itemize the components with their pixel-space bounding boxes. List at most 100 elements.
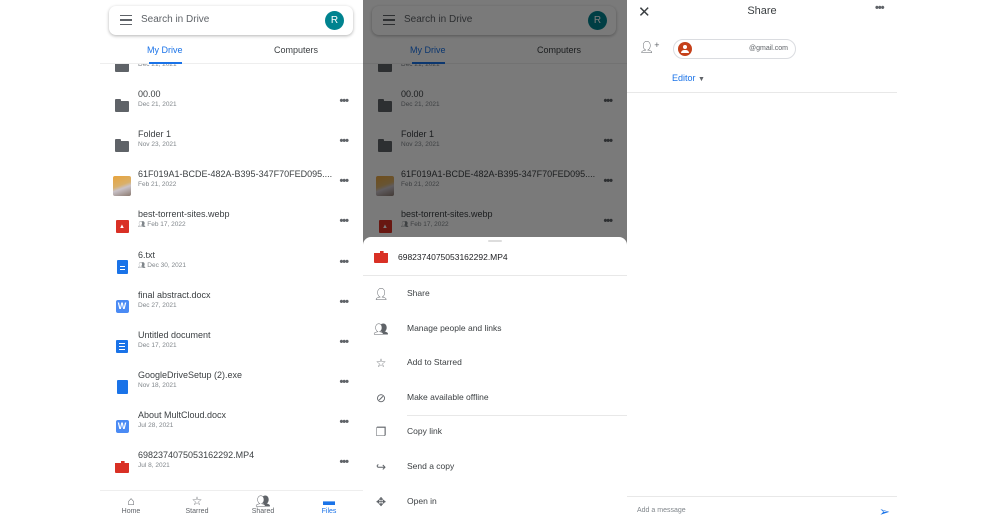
google-doc-icon bbox=[116, 340, 128, 354]
nav-files[interactable]: ▬Files bbox=[304, 494, 354, 515]
share-screen: ✕ Share ••• 👤︎+ @gmail.com Editor ▼ Add … bbox=[627, 0, 897, 519]
file-list: Dec 21, 2021•••00.00Dec 21, 2021•••Folde… bbox=[100, 0, 363, 490]
caret-down-icon: ▼ bbox=[698, 76, 705, 83]
menu-item-make-available-offline[interactable]: ⊘ Make available offline bbox=[363, 381, 627, 416]
more-options-button[interactable]: ••• bbox=[339, 376, 349, 388]
file-row[interactable]: 6982374075053162292.MP4 Jul 8, 2021 ••• bbox=[100, 447, 363, 487]
home-icon: ⌂ bbox=[127, 494, 135, 508]
file-type-icon: ▲ bbox=[113, 217, 131, 235]
open-in-icon: ✥ bbox=[375, 494, 387, 509]
file-name: GoogleDriveSetup (2).exe bbox=[138, 369, 243, 380]
file-name: best-torrent-sites.webp bbox=[138, 209, 230, 220]
file-date-text: Dec 21, 2021 bbox=[138, 101, 177, 109]
menu-item-label: Make available offline bbox=[407, 391, 489, 402]
copy-icon: ❐ bbox=[375, 425, 387, 440]
file-row[interactable]: Folder 1Nov 23, 2021 ••• bbox=[100, 126, 363, 166]
sheet-file-name: 6982374075053162292.MP4 bbox=[398, 252, 508, 262]
menu-item-send-a-copy[interactable]: ↪ Send a copy bbox=[363, 450, 627, 484]
nav-home[interactable]: ⌂Home bbox=[106, 494, 156, 515]
file-row[interactable]: ▲best-torrent-sites.webp👥︎ Feb 17, 2022•… bbox=[100, 206, 363, 246]
tab-computers[interactable]: Computers bbox=[274, 45, 318, 55]
image-thumbnail bbox=[113, 176, 131, 197]
shared-icon: 👥︎ bbox=[255, 494, 271, 508]
file-type-icon bbox=[113, 378, 131, 396]
menu-item-label: Copy link bbox=[407, 426, 442, 437]
folder-icon bbox=[115, 138, 129, 152]
bottom-navigation: ⌂Home ☆Starred 👥︎Shared ▬Files bbox=[100, 490, 363, 519]
file-icon bbox=[116, 379, 128, 394]
more-options-button[interactable]: ••• bbox=[339, 215, 349, 227]
file-date: Jul 8, 2021 bbox=[138, 462, 170, 469]
menu-item-open-in[interactable]: ✥ Open in bbox=[363, 485, 627, 519]
file-date-text: Dec 17, 2021 bbox=[138, 341, 177, 349]
file-type-icon bbox=[113, 137, 131, 155]
file-date: Nov 18, 2021 bbox=[138, 382, 177, 389]
search-bar[interactable]: Search in Drive R bbox=[109, 6, 353, 35]
more-options-button[interactable]: ••• bbox=[339, 175, 349, 187]
share-title: Share bbox=[747, 5, 777, 17]
active-tab-indicator bbox=[149, 62, 182, 64]
more-options-button[interactable]: ••• bbox=[339, 296, 349, 308]
file-date: 👥︎ Dec 30, 2021 bbox=[138, 262, 186, 269]
file-date-text: Feb 17, 2022 bbox=[147, 221, 186, 229]
nav-label: Starred bbox=[185, 508, 209, 515]
more-options-button[interactable]: ••• bbox=[339, 135, 349, 147]
file-row[interactable]: 6.txt 👥︎ Dec 30, 2021 ••• bbox=[100, 247, 363, 287]
star-icon: ☆ bbox=[375, 356, 387, 371]
menu-item-share[interactable]: 👤︎ Share bbox=[363, 277, 627, 311]
more-options-button[interactable]: ••• bbox=[339, 416, 349, 428]
file-date-text: Jul 28, 2021 bbox=[138, 421, 174, 429]
file-type-icon: W bbox=[113, 298, 131, 316]
file-row[interactable]: GoogleDriveSetup (2).exe Nov 18, 2021 ••• bbox=[100, 367, 363, 407]
file-row[interactable]: 00.00Dec 21, 2021 ••• bbox=[100, 86, 363, 126]
file-date-text: Feb 21, 2022 bbox=[138, 181, 177, 189]
file-date-text: Nov 18, 2021 bbox=[138, 381, 177, 389]
file-row[interactable]: Untitled document Dec 17, 2021 ••• bbox=[100, 327, 363, 367]
drive-file-actions-screen: Dec 21, 2021•••00.00Dec 21, 2021•••Folde… bbox=[363, 0, 627, 519]
account-avatar[interactable]: R bbox=[325, 11, 344, 30]
role-dropdown[interactable]: Editor ▼ bbox=[672, 73, 705, 83]
more-options-button[interactable]: ••• bbox=[339, 95, 349, 107]
file-row[interactable]: W About MultCloud.docx Jul 28, 2021 ••• bbox=[100, 407, 363, 447]
menu-item-label: Manage people and links bbox=[407, 322, 502, 333]
image-file-icon: ▲ bbox=[115, 219, 129, 233]
nav-shared[interactable]: 👥︎Shared bbox=[238, 494, 288, 515]
file-row[interactable]: 61F019A1-BCDE-482A-B395-347F70FED095....… bbox=[100, 166, 363, 206]
menu-item-manage-people-and-links[interactable]: 👥︎ Manage people and links bbox=[363, 312, 627, 346]
file-date: Nov 23, 2021 bbox=[138, 141, 177, 148]
person-add-icon[interactable]: 👤︎+ bbox=[639, 40, 660, 54]
file-type-icon bbox=[113, 338, 131, 356]
sheet-header: 6982374075053162292.MP4 bbox=[363, 245, 627, 276]
drag-handle[interactable] bbox=[488, 240, 502, 242]
file-date: Jul 28, 2021 bbox=[138, 422, 173, 429]
file-name: About MultCloud.docx bbox=[138, 409, 227, 420]
more-options-button[interactable]: ••• bbox=[339, 336, 349, 348]
menu-item-copy-link[interactable]: ❐ Copy link bbox=[363, 415, 627, 449]
drive-file-list-screen: Dec 21, 2021•••00.00Dec 21, 2021•••Folde… bbox=[100, 0, 363, 519]
hamburger-menu-icon[interactable] bbox=[120, 15, 132, 25]
menu-item-add-to-starred[interactable]: ☆ Add to Starred bbox=[363, 346, 627, 380]
star-icon: ☆ bbox=[191, 494, 203, 508]
recipient-chip[interactable]: @gmail.com bbox=[673, 39, 796, 59]
file-date-text: Jul 8, 2021 bbox=[138, 462, 170, 469]
more-options-icon[interactable]: ••• bbox=[875, 2, 885, 14]
video-file-icon bbox=[115, 461, 129, 473]
more-options-button[interactable]: ••• bbox=[339, 256, 349, 268]
tab-my-drive[interactable]: My Drive bbox=[147, 45, 183, 55]
file-date: 👥︎ Feb 17, 2022 bbox=[138, 221, 186, 228]
message-input[interactable]: Add a message bbox=[637, 507, 686, 514]
more-options-button[interactable]: ••• bbox=[339, 456, 349, 468]
text-file-icon bbox=[116, 259, 128, 274]
nav-starred[interactable]: ☆Starred bbox=[172, 494, 222, 515]
file-actions-sheet: 6982374075053162292.MP4 👤︎ Share 👥︎ Manage p… bbox=[363, 237, 627, 519]
divider bbox=[627, 92, 897, 93]
video-file-icon-wrap bbox=[374, 251, 388, 263]
shared-icon: 👥︎ bbox=[138, 222, 148, 229]
send-icon[interactable]: ➢ bbox=[879, 504, 890, 519]
file-date: Feb 21, 2022 bbox=[138, 181, 176, 188]
file-date: Dec 27, 2021 bbox=[138, 302, 177, 309]
file-date-text: Nov 23, 2021 bbox=[138, 141, 177, 149]
file-name: Untitled document bbox=[138, 329, 211, 340]
file-type-icon bbox=[113, 97, 131, 115]
file-row[interactable]: Wfinal abstract.docx Dec 27, 2021 ••• bbox=[100, 287, 363, 327]
